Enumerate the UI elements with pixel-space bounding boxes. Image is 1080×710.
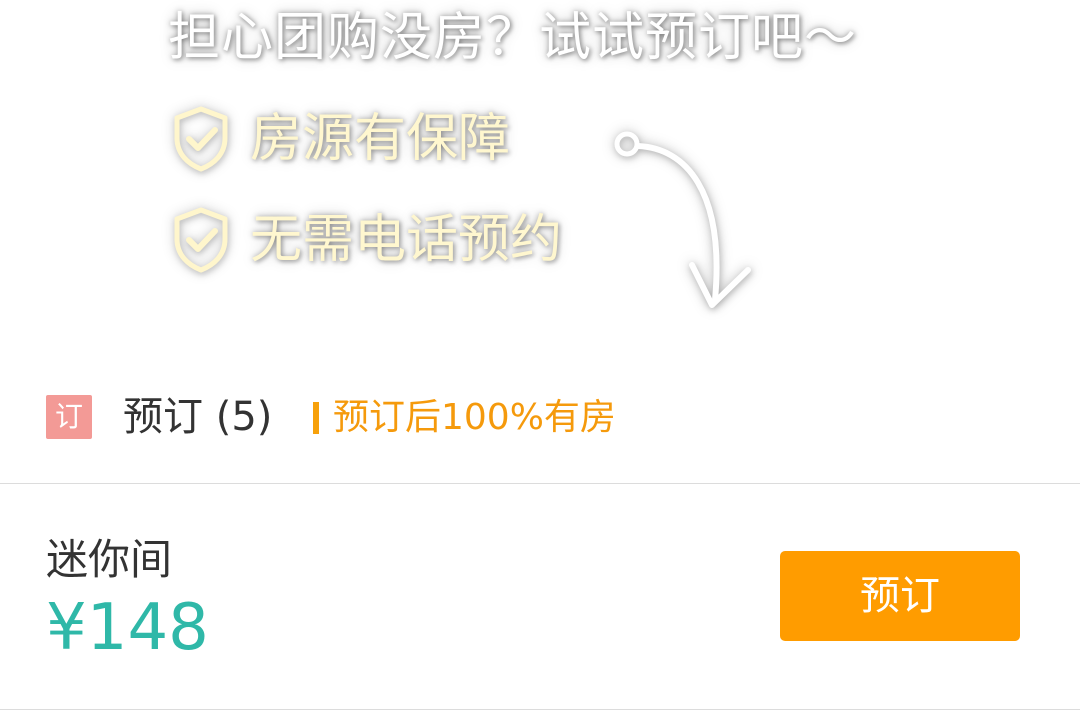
promo-feature: 无需电话预约: [172, 205, 562, 275]
promo-feature-text: 无需电话预约: [250, 210, 563, 270]
shield-check-icon: [174, 106, 228, 172]
shield-check-icon: [174, 207, 228, 273]
booking-badge: 订: [46, 395, 92, 439]
room-name: 迷你间: [46, 535, 173, 584]
section-divider: [313, 402, 319, 434]
book-button[interactable]: 预订: [780, 551, 1020, 641]
promo-feature-text: 房源有保障: [250, 109, 511, 169]
promo-banner: 担心团购没房？试试预订吧～ 房源有保障 无需电话预约: [0, 0, 1080, 360]
section-title: 预订 (5): [123, 394, 273, 440]
section-note: 预订后100%有房: [333, 397, 616, 438]
promo-headline: 担心团购没房？试试预订吧～: [168, 8, 858, 68]
booking-section-header: 订 预订 (5) 预订后100%有房: [0, 372, 1080, 464]
curved-arrow-down-icon: [614, 131, 751, 308]
room-price: ¥148: [46, 591, 209, 665]
room-row[interactable]: 迷你间 ¥148 预订: [0, 484, 1080, 709]
promo-feature: 房源有保障: [172, 104, 510, 174]
